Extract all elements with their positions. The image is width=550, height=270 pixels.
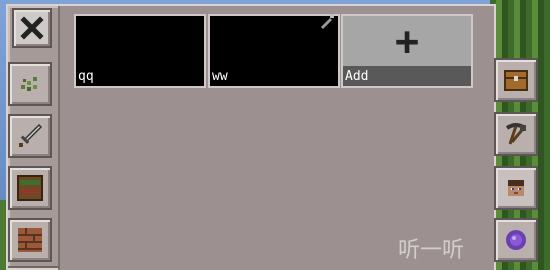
tab-tools[interactable] (494, 112, 538, 156)
saved-slot[interactable]: ww (208, 14, 340, 88)
sword-icon (19, 123, 43, 147)
brick-block-icon (18, 228, 42, 252)
watermark: 听一听 (398, 238, 465, 263)
plus-icon: + (394, 19, 420, 65)
saved-slot[interactable]: qq (74, 14, 206, 88)
ender-pearl-icon (506, 230, 526, 250)
edit-icon[interactable] (318, 12, 336, 30)
close-button[interactable] (12, 8, 52, 48)
tab-storage[interactable] (494, 58, 538, 102)
chest-icon (504, 70, 528, 91)
add-label: Add (345, 69, 369, 84)
tab-mobs[interactable] (494, 166, 538, 210)
tab-items[interactable] (494, 218, 538, 262)
add-slot-button[interactable]: + Add (341, 14, 473, 88)
tab-blocks[interactable] (8, 218, 52, 262)
slot-label: ww (212, 69, 228, 84)
leaf-icon (21, 77, 37, 91)
tab-combat[interactable] (8, 114, 52, 158)
pickaxe-shovel-icon (505, 123, 527, 145)
close-icon (20, 16, 44, 40)
steve-head-icon (508, 180, 524, 196)
bookshelf-block-icon (17, 175, 43, 201)
tab-decorations[interactable] (8, 62, 52, 106)
slot-label: qq (78, 69, 94, 84)
tab-building-blocks[interactable] (8, 166, 52, 210)
